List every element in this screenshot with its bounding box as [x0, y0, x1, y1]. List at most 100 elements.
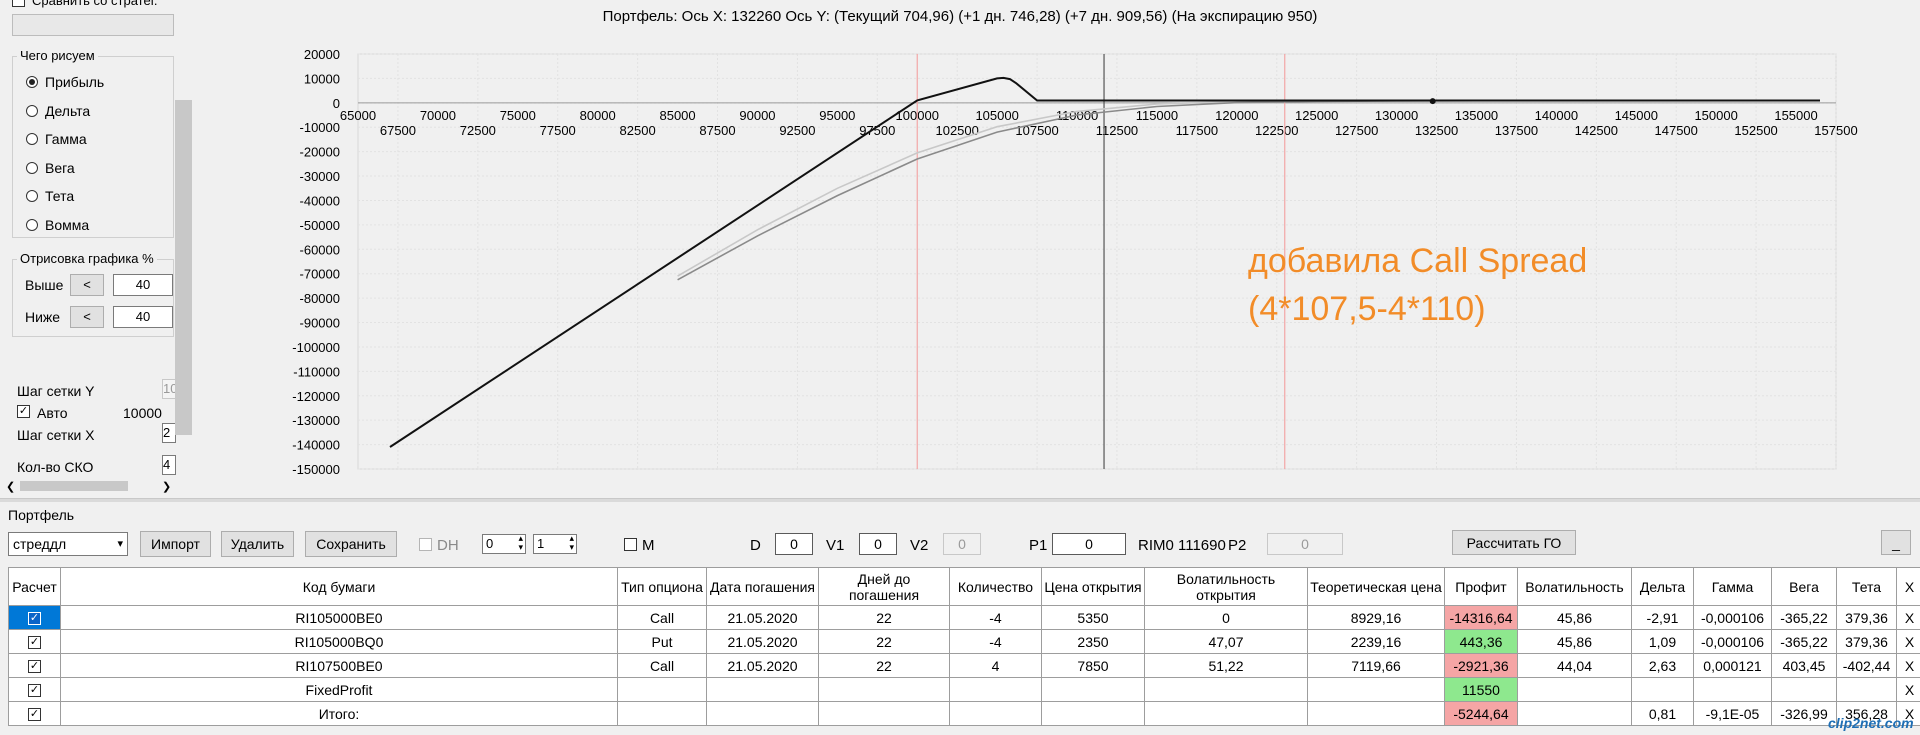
- x-tick-label: 82500: [620, 123, 656, 138]
- delete-row-button[interactable]: X: [1896, 677, 1920, 702]
- spin-arrows-icon[interactable]: ▴ ▾: [569, 534, 574, 552]
- calc-cell[interactable]: ✓: [8, 605, 61, 630]
- cell-vol: [1517, 701, 1632, 726]
- cell-open-price: 7850: [1041, 653, 1145, 678]
- x-tick-label: 67500: [380, 123, 416, 138]
- table-row[interactable]: ✓ RI105000BE0 Call 21.05.2020 22 -4 5350 0 8929,…: [8, 605, 1920, 630]
- delete-row-button[interactable]: X: [1896, 629, 1920, 654]
- panel-splitter[interactable]: [0, 498, 1920, 502]
- calc-checkbox[interactable]: ✓: [28, 612, 41, 626]
- calc-checkbox[interactable]: ✓: [28, 636, 41, 650]
- cell-vega: -326,99: [1771, 701, 1837, 726]
- chevron-down-icon[interactable]: ▾: [117, 533, 123, 555]
- p1-input[interactable]: 0: [1052, 533, 1126, 555]
- x-tick-label: 90000: [739, 108, 775, 123]
- dh-checkbox[interactable]: [419, 538, 432, 551]
- column-header[interactable]: Теоретическая цена: [1307, 567, 1445, 606]
- cell-qty: [949, 677, 1042, 702]
- spin-arrows-icon[interactable]: ▴ ▾: [518, 534, 523, 552]
- calc-checkbox[interactable]: ✓: [28, 660, 41, 674]
- cell-delta: 1,09: [1631, 629, 1694, 654]
- x-tick-label: 65000: [340, 108, 376, 123]
- delete-button[interactable]: Удалить: [221, 531, 294, 557]
- cell-qty: -4: [949, 629, 1042, 654]
- v2-input[interactable]: 0: [943, 533, 981, 555]
- column-header[interactable]: X: [1896, 567, 1920, 606]
- x-tick-label: 80000: [580, 108, 616, 123]
- column-header[interactable]: Волатильность: [1517, 567, 1632, 606]
- calc-cell[interactable]: ✓: [8, 701, 61, 726]
- v1-input[interactable]: 0: [859, 533, 897, 555]
- current-point-marker: [1429, 98, 1436, 105]
- cell-open-price: 5350: [1041, 605, 1145, 630]
- cell-open-vol: [1144, 677, 1308, 702]
- column-header[interactable]: Вега: [1771, 567, 1837, 606]
- x-tick-label: 87500: [699, 123, 735, 138]
- table-row[interactable]: ✓ FixedProfit 11550 X: [8, 677, 1920, 702]
- calc-checkbox[interactable]: ✓: [28, 684, 41, 698]
- spin-input-2[interactable]: 1 ▴ ▾: [533, 534, 577, 554]
- x-tick-label: 132500: [1415, 123, 1458, 138]
- table-row[interactable]: ✓ RI107500BE0 Call 21.05.2020 22 4 7850 51,22 71…: [8, 653, 1920, 678]
- spin-input-1[interactable]: 0 ▴ ▾: [482, 534, 526, 554]
- cell-vol: [1517, 677, 1632, 702]
- column-header[interactable]: Количество: [949, 567, 1042, 606]
- positions-table: Расчет Код бумаги Тип опциона Дата погашени…: [8, 567, 1920, 726]
- column-header[interactable]: Волатильность открытия: [1144, 567, 1308, 606]
- calc-cell[interactable]: ✓: [8, 629, 61, 654]
- x-tick-label: 77500: [540, 123, 576, 138]
- column-header[interactable]: Расчет: [8, 567, 61, 606]
- portfolio-select[interactable]: стреддл ▾: [8, 532, 128, 556]
- delete-row-button[interactable]: X: [1896, 653, 1920, 678]
- column-header[interactable]: Профит: [1444, 567, 1518, 606]
- column-header[interactable]: Дней до погашения: [818, 567, 950, 606]
- calc-cell[interactable]: ✓: [8, 653, 61, 678]
- calculate-go-button[interactable]: Рассчитать ГО: [1452, 530, 1576, 555]
- table-row[interactable]: ✓ Итого: -5244,64 0,81 -9,1E-05 -326,99 356,28…: [8, 701, 1920, 726]
- x-tick-label: 85000: [659, 108, 695, 123]
- y-tick-label: -110000: [293, 364, 340, 379]
- table-row[interactable]: ✓ RI105000BQ0 Put 21.05.2020 22 -4 2350 47,07 22…: [8, 629, 1920, 654]
- d-input[interactable]: 0: [775, 533, 813, 555]
- y-tick-label: -40000: [300, 193, 340, 208]
- payoff-chart[interactable]: 20000 10000 0 -10000 -20000 -30000 -40000 -5000…: [0, 0, 1920, 496]
- cell-code: RI105000BQ0: [60, 629, 618, 654]
- cell-theor: [1307, 701, 1445, 726]
- m-checkbox[interactable]: [624, 538, 637, 551]
- column-header[interactable]: Дата погашения: [706, 567, 819, 606]
- import-button[interactable]: Импорт: [140, 531, 211, 557]
- p2-input[interactable]: 0: [1267, 533, 1343, 555]
- column-header[interactable]: Тета: [1836, 567, 1897, 606]
- v2-label: V2: [910, 537, 929, 554]
- cell-vega: -365,22: [1771, 629, 1837, 654]
- x-tick-label: 137500: [1495, 123, 1538, 138]
- p2-label: P2: [1228, 537, 1247, 554]
- save-button[interactable]: Сохранить: [305, 531, 397, 557]
- cell-gamma: [1693, 677, 1772, 702]
- cell-profit: -2921,36: [1444, 653, 1518, 678]
- minimize-button[interactable]: _: [1881, 530, 1911, 555]
- delete-row-button[interactable]: X: [1896, 605, 1920, 630]
- cell-gamma: 0,000121: [1693, 653, 1772, 678]
- column-header[interactable]: Код бумаги: [60, 567, 618, 606]
- cell-open-price: 2350: [1041, 629, 1145, 654]
- x-tick-label: 117500: [1176, 123, 1218, 138]
- column-header[interactable]: Дельта: [1631, 567, 1694, 606]
- calc-checkbox[interactable]: ✓: [28, 708, 41, 722]
- x-tick-label: 140000: [1535, 108, 1578, 123]
- cell-theor: 7119,66: [1307, 653, 1445, 678]
- column-header[interactable]: Тип опциона: [617, 567, 707, 606]
- cell-code: Итого:: [60, 701, 618, 726]
- spin-input-1-value: 0: [486, 536, 494, 551]
- cell-open-vol: 47,07: [1144, 629, 1308, 654]
- y-tick-label: -60000: [300, 242, 340, 257]
- spin-input-2-value: 1: [537, 536, 545, 551]
- calc-cell[interactable]: ✓: [8, 677, 61, 702]
- cell-qty: 4: [949, 653, 1042, 678]
- column-header[interactable]: Цена открытия: [1041, 567, 1145, 606]
- x-tick-label: 120000: [1215, 108, 1258, 123]
- column-header[interactable]: Гамма: [1693, 567, 1772, 606]
- x-tick-label: 95000: [819, 108, 855, 123]
- y-tick-label: -120000: [292, 389, 340, 404]
- y-tick-label: 0: [333, 96, 340, 111]
